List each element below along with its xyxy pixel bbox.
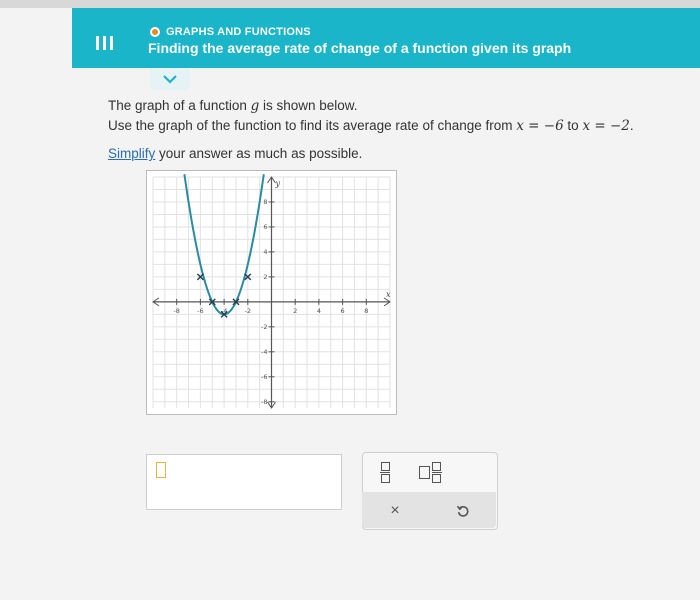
y-tick-label: 2 bbox=[263, 273, 267, 281]
undo-button[interactable] bbox=[452, 500, 474, 522]
y-tick-label: -2 bbox=[261, 323, 267, 331]
y-tick-label: 8 bbox=[263, 198, 267, 206]
x-end: x = −2 bbox=[582, 118, 630, 134]
function-graph: x y -8 -6 -4 -2 2 4 6 8 8 6 4 2 -2 -4 -6 -8 bbox=[146, 170, 397, 415]
x-tick-label: -2 bbox=[245, 307, 251, 315]
hamburger-icon[interactable] bbox=[92, 30, 118, 56]
simplify-rest: your answer as much as possible. bbox=[155, 146, 363, 161]
x-start: x = −6 bbox=[516, 118, 564, 134]
mixed-number-button[interactable] bbox=[416, 460, 444, 484]
y-tick-label: -8 bbox=[261, 398, 267, 406]
clear-icon: × bbox=[390, 502, 400, 519]
menu-icon-svg bbox=[96, 36, 113, 50]
fraction-icon bbox=[380, 461, 390, 483]
fraction-button[interactable] bbox=[374, 460, 396, 484]
y-tick-label: -6 bbox=[261, 373, 267, 381]
graph-svg: xy-8 -6 -4 -2 2 4 6 88642-2-4-6-8 bbox=[152, 174, 391, 409]
header-bar: GRAPHS AND FUNCTIONS Finding the average… bbox=[72, 8, 700, 68]
simplify-link[interactable]: Simplify bbox=[108, 146, 155, 161]
browser-strip bbox=[0, 0, 700, 8]
y-tick-label: -4 bbox=[261, 348, 267, 356]
question-text: The graph of a function g is shown below… bbox=[108, 96, 678, 136]
x-tick-label: 2 bbox=[293, 307, 297, 315]
answer-cursor-slot[interactable] bbox=[156, 462, 166, 478]
simplify-instruction: Simplify your answer as much as possible… bbox=[108, 146, 362, 161]
question-line-1-pre: The graph of a function bbox=[108, 98, 251, 113]
y-tick-label: 4 bbox=[263, 248, 267, 256]
x-axis-label: x bbox=[386, 290, 391, 299]
function-name: g bbox=[250, 98, 260, 114]
x-tick-label: 6 bbox=[341, 307, 345, 315]
period: . bbox=[629, 118, 634, 133]
topic-row: GRAPHS AND FUNCTIONS bbox=[150, 26, 311, 38]
answer-input[interactable] bbox=[146, 454, 342, 510]
lesson-title: Finding the average rate of change of a … bbox=[148, 40, 572, 56]
x-tick-label: 4 bbox=[317, 307, 321, 315]
expand-button[interactable] bbox=[150, 68, 190, 90]
question-line-1-post: is shown below. bbox=[259, 98, 358, 113]
question-line-2: Use the graph of the function to find it… bbox=[108, 116, 678, 136]
mixed-number-icon bbox=[418, 461, 442, 483]
x-tick-label: 8 bbox=[364, 307, 368, 315]
y-axis-label: y bbox=[275, 179, 281, 188]
palette-bottom-row bbox=[362, 492, 496, 528]
topic-label: GRAPHS AND FUNCTIONS bbox=[166, 26, 311, 38]
chevron-down-icon bbox=[163, 74, 177, 84]
x-tick-label: -8 bbox=[173, 307, 179, 315]
clear-button[interactable]: × bbox=[384, 500, 406, 522]
question-line-2-pre: Use the graph of the function to find it… bbox=[108, 118, 517, 133]
y-tick-label: 6 bbox=[263, 223, 267, 231]
topic-status-icon bbox=[150, 27, 160, 37]
question-line-1: The graph of a function g is shown below… bbox=[108, 96, 678, 116]
to-word: to bbox=[563, 118, 583, 133]
x-tick-label: -6 bbox=[197, 307, 203, 315]
undo-icon bbox=[456, 505, 469, 517]
